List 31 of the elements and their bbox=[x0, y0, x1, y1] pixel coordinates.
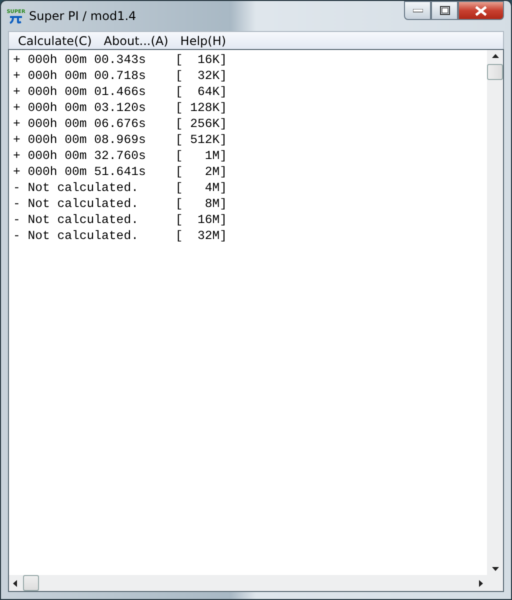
maximize-button[interactable] bbox=[431, 1, 458, 20]
close-button[interactable] bbox=[458, 1, 504, 20]
result-line: + 000h 00m 06.676s [ 256K] bbox=[13, 116, 228, 132]
close-icon bbox=[475, 6, 487, 16]
result-line: - Not calculated. [ 8M] bbox=[13, 196, 228, 212]
menu-item[interactable]: Help(H) bbox=[174, 34, 232, 48]
result-line: + 000h 00m 01.466s [ 64K] bbox=[13, 84, 228, 100]
result-line: + 000h 00m 51.641s [ 2M] bbox=[13, 164, 228, 180]
result-line: + 000h 00m 08.969s [ 512K] bbox=[13, 132, 228, 148]
result-line: - Not calculated. [ 4M] bbox=[13, 180, 228, 196]
scroll-thumb[interactable] bbox=[487, 64, 503, 80]
scroll-right-icon[interactable] bbox=[479, 580, 483, 586]
minimize-button[interactable] bbox=[404, 1, 431, 20]
horizontal-scrollbar[interactable] bbox=[9, 575, 503, 591]
menu-item[interactable]: Calculate(C) bbox=[12, 34, 98, 48]
maximize-icon bbox=[440, 6, 450, 15]
minimize-icon bbox=[412, 8, 422, 12]
pi-icon bbox=[9, 14, 23, 24]
result-line: + 000h 00m 32.760s [ 1M] bbox=[13, 148, 228, 164]
window-title: Super PI / mod1.4 bbox=[29, 9, 136, 23]
result-line: + 000h 00m 00.718s [ 32K] bbox=[13, 68, 228, 84]
result-line: - Not calculated. [ 32M] bbox=[13, 228, 228, 244]
scroll-left-icon[interactable] bbox=[13, 580, 17, 586]
scroll-down-icon[interactable] bbox=[492, 567, 498, 571]
result-line: + 000h 00m 00.343s [ 16K] bbox=[13, 52, 228, 68]
vertical-scrollbar[interactable] bbox=[487, 50, 503, 575]
scroll-up-icon[interactable] bbox=[492, 54, 498, 58]
menu-item[interactable]: About...(A) bbox=[98, 34, 174, 48]
result-line: + 000h 00m 03.120s [ 128K] bbox=[13, 100, 228, 116]
result-line: - Not calculated. [ 16M] bbox=[13, 212, 228, 228]
scroll-thumb[interactable] bbox=[23, 575, 39, 591]
